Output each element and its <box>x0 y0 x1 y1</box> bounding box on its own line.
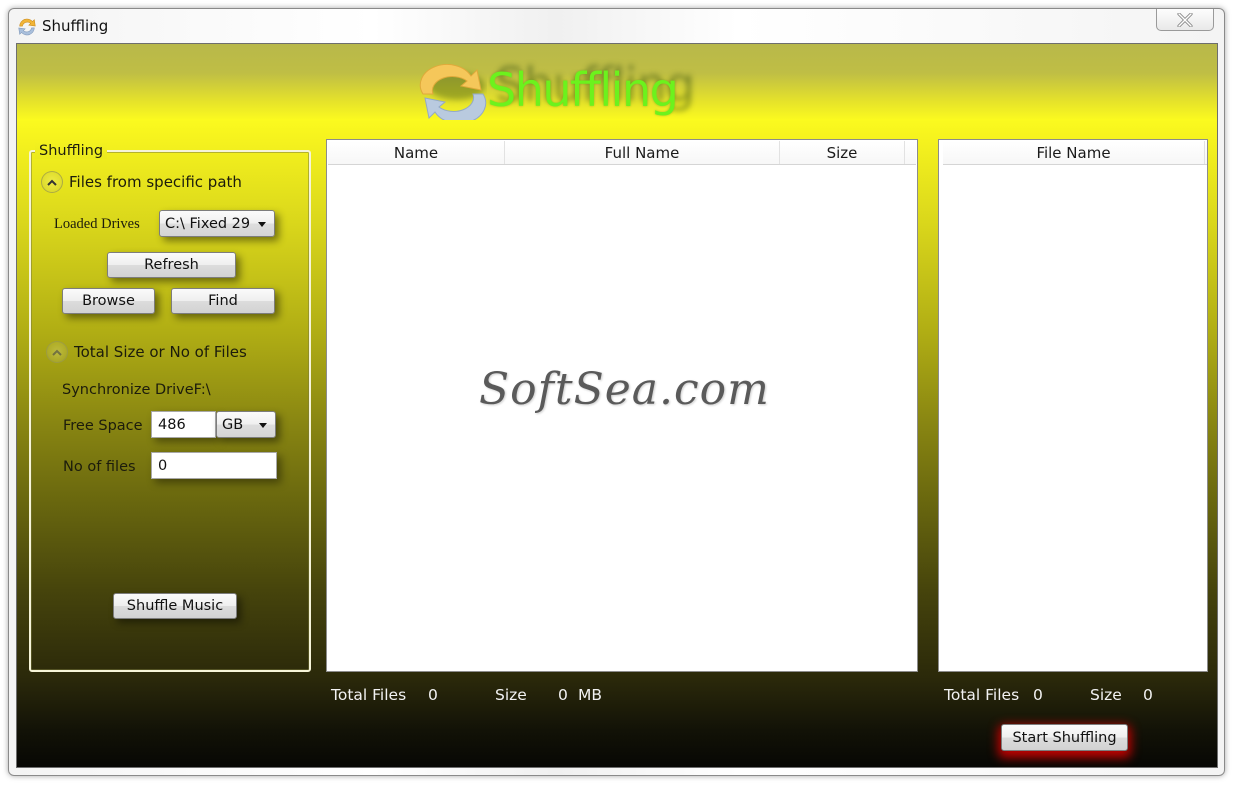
target-size-label: Size <box>1090 686 1122 704</box>
expander-label: Files from specific path <box>69 173 242 191</box>
title-bar[interactable]: Shuffling <box>9 9 1224 43</box>
browse-button[interactable]: Browse <box>62 288 155 314</box>
target-total-files-label: Total Files <box>944 686 1020 704</box>
groupbox-title: Shuffling <box>35 143 108 159</box>
source-size-unit: MB <box>578 686 603 704</box>
refresh-arrows-icon <box>18 18 36 36</box>
target-list-header: File Name <box>943 141 1207 165</box>
source-total-files-label: Total Files <box>331 686 407 704</box>
close-icon <box>1177 12 1193 27</box>
loaded-drives-dropdown[interactable]: C:\ Fixed 29 <box>159 210 275 237</box>
column-header-size[interactable]: Size <box>780 141 905 164</box>
target-file-list[interactable]: File Name <box>938 139 1208 672</box>
source-list-header: Name Full Name Size <box>328 141 916 165</box>
shuffle-music-button[interactable]: Shuffle Music <box>113 593 237 619</box>
close-button[interactable] <box>1156 9 1214 31</box>
app-logo: Shuffling Shuffling <box>419 58 695 120</box>
refresh-arrows-icon <box>419 64 487 120</box>
loaded-drives-value: C:\ Fixed 29 <box>165 215 251 232</box>
collapse-chevron-icon[interactable] <box>41 171 63 193</box>
target-size-value: 0 <box>1143 686 1153 704</box>
find-button[interactable]: Find <box>171 288 275 314</box>
free-space-input[interactable]: 486 <box>151 411 216 438</box>
free-space-label: Free Space <box>63 418 143 434</box>
source-size-label: Size <box>495 686 527 704</box>
logo-text: Shuffling <box>487 63 679 117</box>
column-header-full-name[interactable]: Full Name <box>505 141 780 164</box>
synchronize-drive-label: Synchronize DriveF:\ <box>62 382 211 398</box>
main-client-area: Shuffling Shuffling Shuffling Files from… <box>16 43 1218 768</box>
loaded-drives-label: Loaded Drives <box>54 216 140 232</box>
window-title: Shuffling <box>42 17 109 35</box>
source-size-value: 0 <box>558 686 568 704</box>
no-of-files-input[interactable]: 0 <box>151 452 277 479</box>
no-of-files-label: No of files <box>63 459 136 475</box>
expander-files-from-path[interactable]: Files from specific path <box>41 171 242 193</box>
column-header-file-name[interactable]: File Name <box>943 141 1205 164</box>
size-unit-value: GB <box>222 416 244 433</box>
column-header-name[interactable]: Name <box>328 141 505 164</box>
expander-label: Total Size or No of Files <box>74 343 247 361</box>
target-total-files-value: 0 <box>1033 686 1043 704</box>
collapse-chevron-icon[interactable] <box>46 341 68 363</box>
source-total-files-value: 0 <box>428 686 438 704</box>
app-window: Shuffling Shuffling Shuffling Shuffling <box>8 8 1225 776</box>
refresh-button[interactable]: Refresh <box>107 252 236 278</box>
source-file-list[interactable]: Name Full Name Size SoftSea.com <box>326 139 918 672</box>
expander-total-size[interactable]: Total Size or No of Files <box>46 341 247 363</box>
start-shuffling-button[interactable]: Start Shuffling <box>1001 724 1128 751</box>
watermark-text: SoftSea.com <box>479 364 770 415</box>
shuffling-groupbox: Shuffling Files from specific path Loade… <box>29 143 311 672</box>
dropdown-arrow-icon <box>259 423 267 428</box>
size-unit-dropdown[interactable]: GB <box>216 411 276 438</box>
dropdown-arrow-icon <box>258 222 266 227</box>
